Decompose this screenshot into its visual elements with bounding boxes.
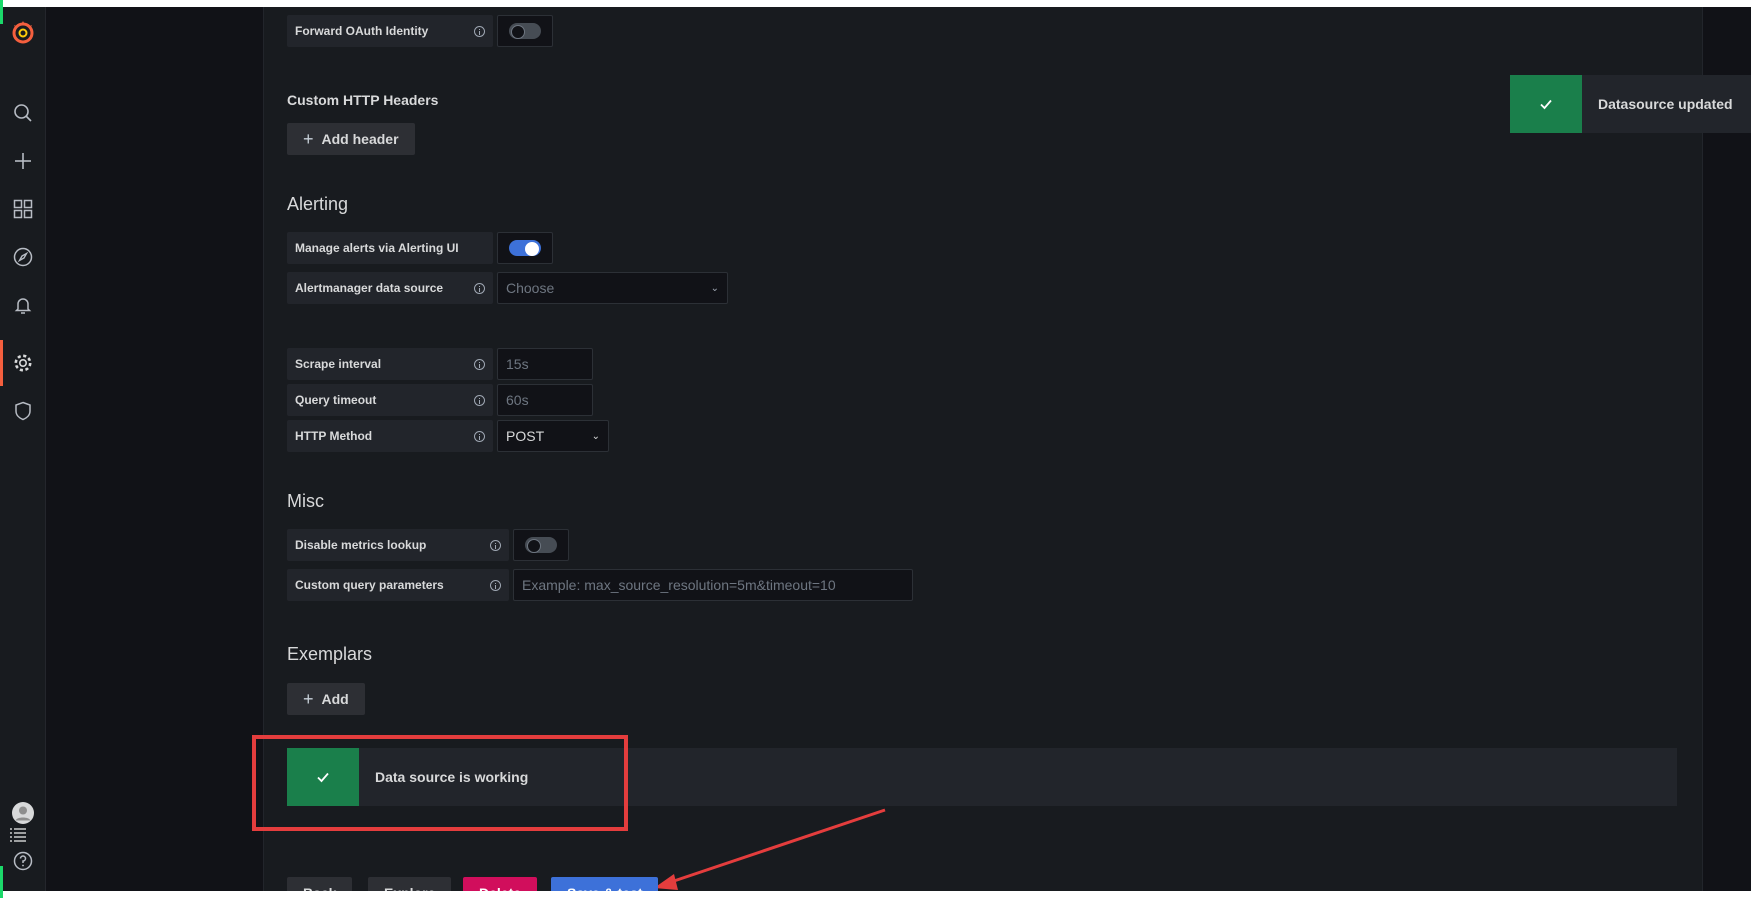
disable-metrics-field: Disable metrics lookup	[287, 529, 569, 561]
custom-headers-title: Custom HTTP Headers	[287, 92, 439, 108]
explore-button[interactable]: Explore	[368, 877, 452, 891]
sidebar-nav	[0, 7, 46, 891]
query-timeout-input[interactable]: 60s	[497, 384, 593, 416]
screen-top-edge	[0, 0, 1751, 7]
disable-metrics-toggle[interactable]	[513, 529, 569, 561]
forward-oauth-field: Forward OAuth Identity	[287, 15, 553, 47]
back-button[interactable]: Back	[287, 877, 353, 891]
scrape-interval-input[interactable]: 15s	[497, 348, 593, 380]
screen-edge-marker-bottom	[0, 866, 3, 898]
query-timeout-field: Query timeout 60s	[287, 384, 593, 416]
chevron-down-icon: ⌄	[710, 282, 719, 294]
alertmanager-label: Alertmanager data source	[287, 272, 493, 304]
info-icon[interactable]	[474, 282, 485, 294]
info-icon[interactable]	[474, 394, 485, 406]
list-icon[interactable]	[4, 821, 32, 849]
forward-oauth-toggle[interactable]	[497, 15, 553, 47]
http-method-field: HTTP Method POST ⌄	[287, 420, 609, 452]
configuration-gear-icon[interactable]	[9, 349, 37, 377]
explore-compass-icon[interactable]	[9, 243, 37, 271]
custom-query-label: Custom query parameters	[287, 569, 509, 601]
info-icon[interactable]	[474, 25, 485, 37]
add-header-button[interactable]: + Add header	[287, 123, 415, 155]
shield-icon[interactable]	[9, 397, 37, 425]
info-icon[interactable]	[490, 579, 501, 591]
custom-query-input[interactable]: Example: max_source_resolution=5m&timeou…	[513, 569, 913, 601]
active-nav-indicator	[0, 340, 3, 386]
query-timeout-label: Query timeout	[287, 384, 493, 416]
alerting-bell-icon[interactable]	[9, 291, 37, 319]
alerting-title: Alerting	[287, 194, 349, 214]
plus-icon: +	[303, 688, 314, 709]
alertmanager-select[interactable]: Choose ⌄	[497, 272, 728, 304]
dashboards-icon[interactable]	[9, 195, 37, 223]
plus-icon[interactable]	[9, 147, 37, 175]
exemplars-title: Exemplars	[287, 644, 373, 664]
toggle-switch	[525, 537, 557, 553]
info-icon[interactable]	[474, 358, 485, 370]
http-method-select[interactable]: POST ⌄	[497, 420, 609, 452]
check-icon	[1510, 75, 1582, 133]
custom-query-field: Custom query parameters Example: max_sou…	[287, 569, 913, 601]
forward-oauth-label: Forward OAuth Identity	[287, 15, 493, 47]
screen-bottom-edge	[0, 891, 1751, 898]
chevron-down-icon: ⌄	[591, 430, 600, 442]
manage-alerts-field: Manage alerts via Alerting UI	[287, 232, 553, 264]
misc-title: Misc	[287, 491, 324, 511]
scrape-interval-field: Scrape interval 15s	[287, 348, 593, 380]
annotation-arrow	[654, 808, 886, 890]
toast-message: Datasource updated	[1598, 96, 1733, 112]
search-icon[interactable]	[9, 99, 37, 127]
app-viewport: Forward OAuth Identity Custom HTTP Heade…	[0, 7, 1751, 891]
info-icon[interactable]	[490, 539, 501, 551]
add-exemplar-button[interactable]: + Add	[287, 683, 365, 715]
http-method-label: HTTP Method	[287, 420, 493, 452]
alertmanager-field: Alertmanager data source Choose ⌄	[287, 272, 728, 304]
plus-icon: +	[303, 128, 314, 149]
screen-edge-marker-top	[0, 0, 3, 24]
annotation-highlight-box	[252, 735, 628, 831]
save-and-test-button[interactable]: Save & test	[551, 877, 659, 891]
help-icon[interactable]	[9, 847, 37, 875]
manage-alerts-label: Manage alerts via Alerting UI	[287, 232, 493, 264]
toggle-switch	[509, 240, 541, 256]
disable-metrics-label: Disable metrics lookup	[287, 529, 509, 561]
scrape-interval-label: Scrape interval	[287, 348, 493, 380]
delete-button[interactable]: Delete	[463, 877, 538, 891]
toast-notification: Datasource updated	[1510, 75, 1751, 133]
manage-alerts-toggle[interactable]	[497, 232, 553, 264]
toggle-switch	[509, 23, 541, 39]
grafana-logo-icon[interactable]	[9, 18, 37, 46]
info-icon[interactable]	[474, 430, 485, 442]
